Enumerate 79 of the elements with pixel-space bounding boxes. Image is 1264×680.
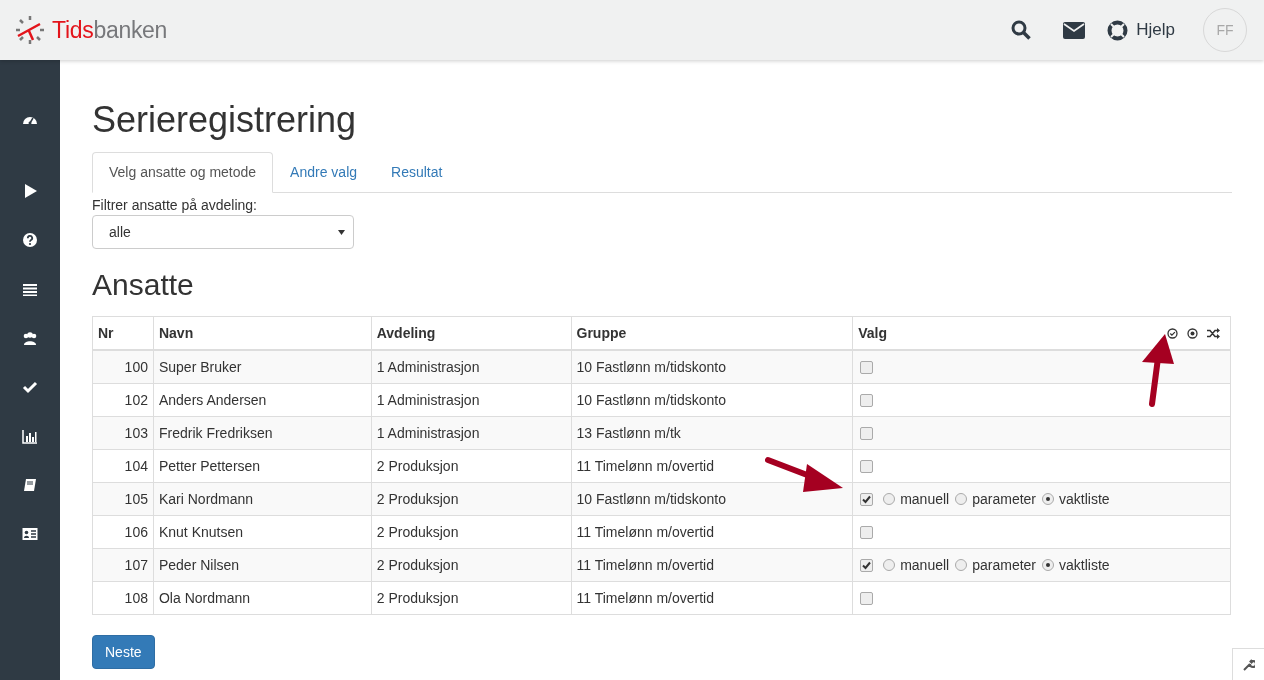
mail-icon[interactable] [1063,21,1086,39]
table-cell: 103 [92,416,154,450]
search-icon[interactable] [1011,20,1032,40]
row-checkbox[interactable] [860,591,874,605]
table-cell: 2 Produksjon [371,581,572,615]
table-cell: 1 Administrasjon [371,383,572,417]
tab[interactable]: Velg ansatte og metode [92,152,274,193]
radio-button[interactable] [1042,493,1054,505]
users-icon[interactable] [22,330,38,346]
caret-icon [338,229,345,235]
table-cell: 13 Fastlønn m/tk [571,416,853,450]
table-cell: 2 Produksjon [371,482,572,516]
row-checkbox[interactable] [860,426,874,440]
radio-label: manuell [900,491,950,507]
table-cell: 10 Fastlønn m/tidskonto [571,383,853,417]
table-cell: 2 Produksjon [371,548,572,582]
table-cell: Petter Pettersen [153,449,372,483]
lifebuoy-icon [1107,19,1129,41]
radio-label: parameter [972,491,1036,507]
filter-label: Filtrer ansatte på avdeling: [92,197,258,213]
table-cell: Knut Knutsen [153,515,372,549]
table-cell: 106 [92,515,154,549]
section-title: Ansatte [92,267,195,303]
next-button[interactable]: Neste [92,635,155,669]
row-checkbox[interactable] [860,459,874,473]
table-cell: Anders Andersen [153,383,372,417]
table-cell: 1 Administrasjon [371,416,572,450]
logo-text[interactable]: Tidsbanken [52,16,168,44]
radio-button[interactable] [1042,559,1054,571]
clock-logo-icon [14,14,46,46]
table-cell: Fredrik Fredriksen [153,416,372,450]
id-card-icon[interactable] [22,526,38,542]
table-cell: 11 Timelønn m/overtid [571,515,853,549]
shuffle-icon[interactable] [1207,327,1220,339]
help-icon[interactable] [22,232,38,248]
table-cell: 1 Administrasjon [371,350,572,384]
radio-button[interactable] [883,493,896,505]
table-cell: Ola Nordmann [153,581,372,615]
column-header: Valg [858,325,887,341]
checkmark-icon[interactable] [22,379,38,395]
table-cell: 105 [92,482,154,516]
radio-label: parameter [972,557,1036,573]
tab[interactable]: Resultat [374,152,460,193]
radio-button[interactable] [955,559,968,571]
table-cell: Kari Nordmann [153,482,372,516]
check-circle-icon[interactable] [1167,327,1178,339]
list-icon[interactable] [22,281,38,297]
table-cell: 108 [92,581,154,615]
table-cell: 11 Timelønn m/overtid [571,581,853,615]
table-cell: Super Bruker [153,350,372,384]
help-link[interactable]: Hjelp [1107,19,1175,41]
department-select[interactable]: alle [92,215,354,249]
settings-button[interactable] [1232,648,1264,680]
radio-button[interactable] [883,559,896,571]
table-cell: 10 Fastlønn m/tidskonto [571,350,853,384]
bar-chart-icon[interactable] [22,428,38,444]
row-checkbox[interactable] [860,492,874,506]
row-checkbox[interactable] [860,393,874,407]
table-cell: 107 [92,548,154,582]
book-icon[interactable] [22,477,38,493]
radio-label: manuell [900,557,950,573]
table-cell: 100 [92,350,154,384]
tab[interactable]: Andre valg [273,152,375,193]
table-cell: 11 Timelønn m/overtid [571,548,853,582]
radio-label: vaktliste [1059,491,1110,507]
radio-label: vaktliste [1059,557,1110,573]
table-cell: 2 Produksjon [371,515,572,549]
row-checkbox[interactable] [860,360,874,374]
wrench-icon [1242,658,1255,671]
play-icon[interactable] [22,183,38,199]
radio-circle-icon[interactable] [1187,327,1198,339]
table-cell: 2 Produksjon [371,449,572,483]
radio-button[interactable] [955,493,968,505]
table-cell: 104 [92,449,154,483]
page-title: Serieregistrering [92,100,358,140]
row-checkbox[interactable] [860,525,874,539]
row-checkbox[interactable] [860,558,874,572]
table-cell: 102 [92,383,154,417]
table-cell: Peder Nilsen [153,548,372,582]
